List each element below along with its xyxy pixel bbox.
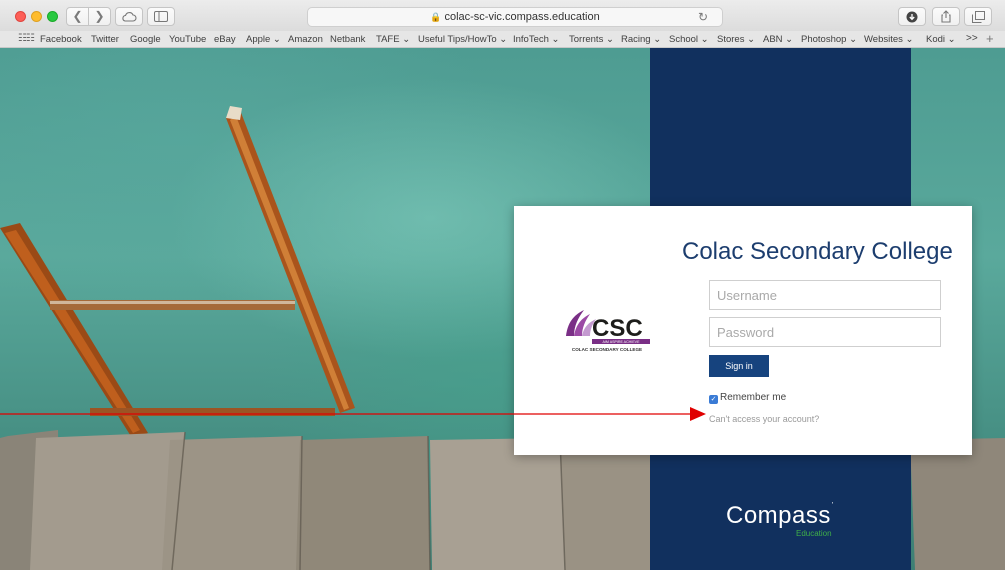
- csc-logo: CSC AIM ASPIRE ACHIEVE COLAC SECONDARY C…: [566, 310, 650, 352]
- close-window-button[interactable]: [15, 11, 26, 22]
- compass-brand-name: Compass: [726, 502, 831, 529]
- share-button[interactable]: [932, 7, 960, 26]
- sign-in-button[interactable]: Sign in: [709, 355, 769, 377]
- bookmark-item[interactable]: Websites ⌄: [864, 34, 914, 45]
- bookmark-item[interactable]: Facebook: [40, 34, 82, 45]
- bookmark-item[interactable]: YouTube: [169, 34, 206, 45]
- zoom-window-button[interactable]: [47, 11, 58, 22]
- bookmark-item[interactable]: Twitter: [91, 34, 119, 45]
- remember-me-checkbox[interactable]: ✓: [709, 395, 718, 404]
- apps-grid-icon[interactable]: ☷☷: [18, 33, 35, 44]
- cloud-icon: [122, 12, 137, 22]
- remember-me-label: Remember me: [720, 392, 787, 403]
- bookmark-item[interactable]: eBay: [214, 34, 236, 45]
- forward-button[interactable]: ❯: [88, 7, 111, 26]
- bookmark-item[interactable]: School ⌄: [669, 34, 709, 45]
- sidebar-button[interactable]: [147, 7, 175, 26]
- address-bar[interactable]: 🔒 colac-sc-vic.compass.education ↻: [307, 7, 723, 27]
- tabs-icon: [971, 11, 985, 23]
- bookmark-item[interactable]: Torrents ⌄: [569, 34, 614, 45]
- minimize-window-button[interactable]: [31, 11, 42, 22]
- back-button[interactable]: ❮: [66, 7, 89, 26]
- download-icon: [906, 11, 918, 23]
- icloud-tabs-button[interactable]: [115, 7, 143, 26]
- csc-logo-text: CSC: [592, 315, 643, 342]
- cant-access-link[interactable]: Can't access your account?: [709, 414, 819, 424]
- bookmark-item[interactable]: InfoTech ⌄: [513, 34, 560, 45]
- compass-subtitle: Education: [796, 529, 832, 538]
- chevron-right-icon: ❯: [94, 9, 105, 23]
- show-tabs-button[interactable]: [964, 7, 992, 26]
- bookmarks-overflow-button[interactable]: >>: [966, 33, 978, 44]
- remember-me-row[interactable]: ✓ Remember me: [709, 392, 786, 404]
- bookmark-item[interactable]: Netbank: [330, 34, 365, 45]
- new-tab-plus-icon[interactable]: +: [986, 31, 994, 46]
- compass-logo: Compass’: [726, 502, 834, 530]
- downloads-button[interactable]: [898, 7, 926, 26]
- bookmark-item[interactable]: TAFE ⌄: [376, 34, 410, 45]
- bookmark-item[interactable]: Google: [130, 34, 161, 45]
- bookmark-item[interactable]: Photoshop ⌄: [801, 34, 857, 45]
- bookmarks-bar: ☷☷ Facebook Twitter Google YouTube eBay …: [0, 31, 1005, 48]
- compass-mark-icon: ’: [831, 502, 834, 509]
- bookmark-item[interactable]: Apple ⌄: [246, 34, 281, 45]
- share-icon: [941, 10, 951, 23]
- college-title: Colac Secondary College: [682, 238, 953, 265]
- login-card: Colac Secondary College CSC AIM ASPIRE A…: [514, 206, 972, 455]
- url-text: colac-sc-vic.compass.education: [444, 11, 600, 23]
- login-page: Colac Secondary College CSC AIM ASPIRE A…: [0, 48, 1005, 570]
- username-input[interactable]: [709, 280, 941, 310]
- lock-icon: 🔒: [430, 12, 442, 22]
- bookmark-item[interactable]: ABN ⌄: [763, 34, 793, 45]
- sidebar-icon: [154, 11, 168, 22]
- chevron-left-icon: ❮: [72, 9, 83, 23]
- csc-logo-tagline: AIM ASPIRE ACHIEVE: [603, 340, 641, 344]
- reload-icon[interactable]: ↻: [698, 10, 708, 24]
- bookmark-item[interactable]: Amazon: [288, 34, 323, 45]
- bookmark-item[interactable]: Stores ⌄: [717, 34, 755, 45]
- bookmark-item[interactable]: Racing ⌄: [621, 34, 661, 45]
- bookmark-item[interactable]: Useful Tips/HowTo ⌄: [418, 34, 507, 45]
- csc-logo-subtitle: COLAC SECONDARY COLLEGE: [572, 347, 642, 352]
- bookmark-item[interactable]: Kodi ⌄: [926, 34, 956, 45]
- password-input[interactable]: [709, 317, 941, 347]
- browser-titlebar: ❮ ❯ 🔒 colac-sc-vic.compass.education ↻: [0, 0, 1005, 31]
